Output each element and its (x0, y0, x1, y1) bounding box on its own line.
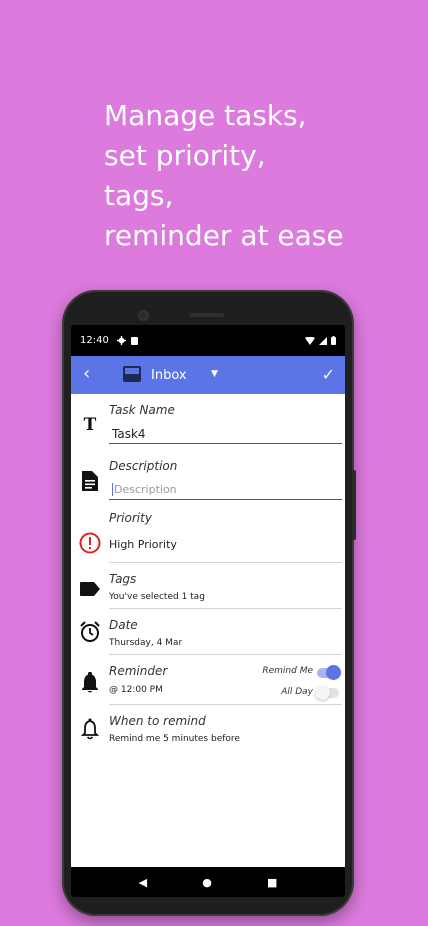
tag-label-icon (79, 578, 101, 600)
system-nav-bar: ◀ ● ■ (71, 867, 345, 897)
tags-row[interactable]: Tags You've selected 1 tag (71, 563, 345, 609)
text-format-icon: T (83, 415, 97, 435)
headline-line-2: set priority, (104, 139, 266, 172)
wifi-icon (305, 336, 315, 345)
all-day-toggle-knob (315, 685, 330, 700)
status-time: 12:40 (80, 335, 109, 346)
task-name-underline (109, 443, 342, 444)
document-icon (79, 470, 101, 492)
reminder-label: Reminder (109, 664, 168, 678)
tags-value: You've selected 1 tag (109, 592, 205, 602)
settings-gear-icon (116, 336, 126, 345)
app-bar: ‹ Inbox ▼ ✓ (71, 356, 345, 394)
all-day-toggle[interactable] (315, 685, 339, 700)
tags-label: Tags (109, 572, 137, 586)
headline-line-4: reminder at ease (104, 219, 344, 252)
description-row: Description Description (71, 450, 345, 506)
list-selector-label[interactable]: Inbox (151, 368, 187, 383)
priority-label: Priority (109, 511, 152, 525)
phone-side-button (352, 470, 356, 540)
remind-me-toggle[interactable] (317, 665, 341, 680)
description-label: Description (109, 459, 178, 473)
task-name-label: Task Name (109, 403, 175, 417)
headline-line-3: tags, (104, 179, 174, 212)
earpiece-speaker (190, 313, 224, 317)
check-icon[interactable]: ✓ (322, 365, 335, 384)
all-day-label: All Day (281, 687, 313, 697)
remind-me-label: Remind Me (262, 666, 313, 676)
home-icon[interactable]: ● (202, 876, 212, 889)
description-underline (109, 499, 342, 500)
date-label: Date (109, 618, 138, 632)
battery-icon (331, 336, 336, 345)
date-value: Thursday, 4 Mar (109, 638, 183, 648)
headline-line-1: Manage tasks, (104, 99, 307, 132)
remind-me-toggle-knob (326, 665, 341, 680)
description-input[interactable]: Description (112, 483, 177, 496)
reminder-time[interactable]: @ 12:00 PM (109, 685, 163, 695)
priority-alert-icon (79, 532, 101, 554)
bell-icon (79, 672, 101, 694)
phone-screen: 12:40 ‹ Inbox ▼ ✓ T Task Name Task4 Desc… (71, 325, 345, 897)
when-to-remind-label: When to remind (109, 714, 206, 728)
task-name-input[interactable]: Task4 (112, 427, 146, 441)
promo-headline: Manage tasks, set priority, tags, remind… (104, 96, 414, 256)
back-icon[interactable]: ◀ (139, 876, 147, 889)
chevron-left-icon[interactable]: ‹ (83, 365, 90, 383)
date-row[interactable]: Date Thursday, 4 Mar (71, 609, 345, 655)
task-name-row: T Task Name Task4 (71, 394, 345, 450)
alarm-clock-icon (79, 621, 101, 643)
reminder-row: Reminder @ 12:00 PM Remind Me All Day (71, 655, 345, 705)
status-bar: 12:40 (71, 325, 345, 356)
when-to-remind-row[interactable]: When to remind Remind me 5 minutes befor… (71, 705, 345, 751)
priority-row[interactable]: Priority High Priority (71, 506, 345, 563)
front-camera (138, 310, 149, 321)
clipboard-icon (130, 337, 138, 345)
priority-value: High Priority (109, 538, 177, 551)
bell-outline-icon (79, 718, 101, 740)
inbox-icon (123, 366, 141, 382)
caret-down-icon[interactable]: ▼ (211, 369, 218, 379)
recents-icon[interactable]: ■ (267, 876, 277, 889)
signal-icon (319, 336, 327, 345)
when-to-remind-value: Remind me 5 minutes before (109, 734, 240, 744)
